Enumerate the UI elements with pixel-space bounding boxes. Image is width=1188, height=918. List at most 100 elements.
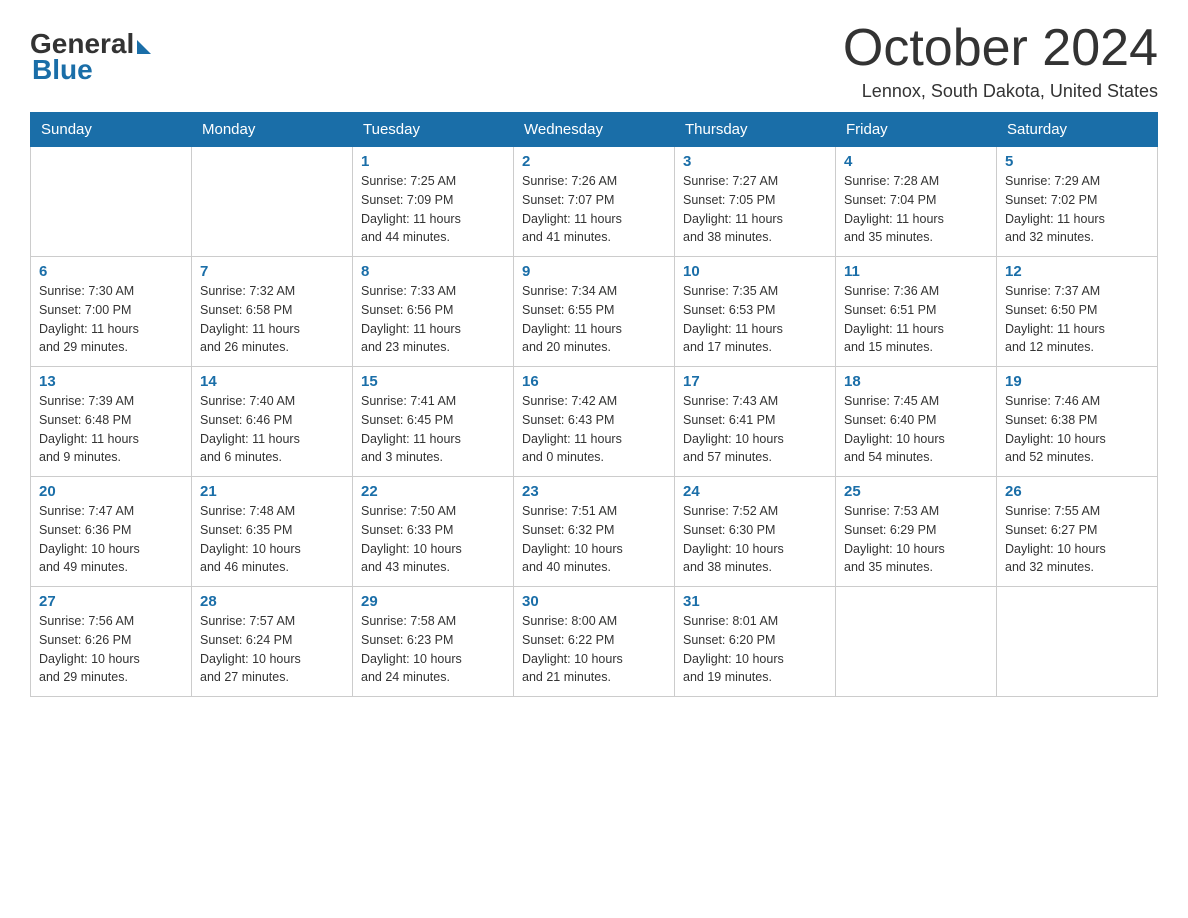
day-number: 10 (683, 263, 827, 280)
calendar-cell: 31 Sunrise: 8:01 AMSunset: 6:20 PMDayligh… (675, 587, 836, 697)
day-number: 9 (522, 263, 666, 280)
calendar-cell: 8Sunrise: 7:33 AMSunset: 6:56 PMDaylight… (353, 257, 514, 367)
day-number: 13 (39, 373, 183, 390)
calendar-table: SundayMondayTuesdayWednesdayThursdayFrid… (30, 112, 1158, 697)
day-number: 19 (1005, 373, 1149, 390)
day-info: Sunrise: 7:32 AMSunset: 6:58 PMDaylight:… (200, 282, 344, 357)
calendar-cell: 2Sunrise: 7:26 AMSunset: 7:07 PMDaylight… (514, 147, 675, 257)
day-info: Sunrise: 7:25 AMSunset: 7:09 PMDaylight:… (361, 172, 505, 247)
day-info: Sunrise: 7:55 AMSunset: 6:27 PMDaylight:… (1005, 502, 1149, 577)
calendar-cell (836, 587, 997, 697)
day-info: Sunrise: 7:34 AMSunset: 6:55 PMDaylight:… (522, 282, 666, 357)
calendar-header-friday: Friday (836, 113, 997, 147)
day-number: 20 (39, 483, 183, 500)
day-number: 14 (200, 373, 344, 390)
day-info: Sunrise: 7:37 AMSunset: 6:50 PMDaylight:… (1005, 282, 1149, 357)
day-number: 2 (522, 153, 666, 170)
day-info: Sunrise: 8:01 AMSunset: 6:20 PMDaylight:… (683, 612, 827, 687)
day-info: Sunrise: 7:28 AMSunset: 7:04 PMDaylight:… (844, 172, 988, 247)
calendar-cell: 15 Sunrise: 7:41 AMSunset: 6:45 PMDayligh… (353, 367, 514, 477)
day-number: 3 (683, 153, 827, 170)
day-number: 11 (844, 263, 988, 280)
day-number: 28 (200, 593, 344, 610)
calendar-cell: 24 Sunrise: 7:52 AMSunset: 6:30 PMDayligh… (675, 477, 836, 587)
day-number: 21 (200, 483, 344, 500)
day-number: 17 (683, 373, 827, 390)
calendar-header-thursday: Thursday (675, 113, 836, 147)
calendar-cell: 1 Sunrise: 7:25 AMSunset: 7:09 PMDaylight… (353, 147, 514, 257)
calendar-cell (31, 147, 192, 257)
calendar-cell: 16 Sunrise: 7:42 AMSunset: 6:43 PMDayligh… (514, 367, 675, 477)
calendar-cell: 13 Sunrise: 7:39 AMSunset: 6:48 PMDayligh… (31, 367, 192, 477)
calendar-header-saturday: Saturday (997, 113, 1158, 147)
calendar-week-4: 20 Sunrise: 7:47 AMSunset: 6:36 PMDayligh… (31, 477, 1158, 587)
calendar-cell: 18 Sunrise: 7:45 AMSunset: 6:40 PMDayligh… (836, 367, 997, 477)
calendar-cell: 7 Sunrise: 7:32 AMSunset: 6:58 PMDaylight… (192, 257, 353, 367)
calendar-cell: 14 Sunrise: 7:40 AMSunset: 6:46 PMDayligh… (192, 367, 353, 477)
calendar-week-1: 1 Sunrise: 7:25 AMSunset: 7:09 PMDaylight… (31, 147, 1158, 257)
calendar-cell: 5Sunrise: 7:29 AMSunset: 7:02 PMDaylight… (997, 147, 1158, 257)
day-number: 18 (844, 373, 988, 390)
day-number: 16 (522, 373, 666, 390)
day-info: Sunrise: 7:47 AMSunset: 6:36 PMDaylight:… (39, 502, 183, 577)
day-info: Sunrise: 7:53 AMSunset: 6:29 PMDaylight:… (844, 502, 988, 577)
day-number: 26 (1005, 483, 1149, 500)
day-info: Sunrise: 7:27 AMSunset: 7:05 PMDaylight:… (683, 172, 827, 247)
day-info: Sunrise: 7:35 AMSunset: 6:53 PMDaylight:… (683, 282, 827, 357)
day-info: Sunrise: 7:58 AMSunset: 6:23 PMDaylight:… (361, 612, 505, 687)
calendar-cell: 19 Sunrise: 7:46 AMSunset: 6:38 PMDayligh… (997, 367, 1158, 477)
day-number: 5 (1005, 153, 1149, 170)
day-info: Sunrise: 7:50 AMSunset: 6:33 PMDaylight:… (361, 502, 505, 577)
day-number: 24 (683, 483, 827, 500)
calendar-cell: 10 Sunrise: 7:35 AMSunset: 6:53 PMDayligh… (675, 257, 836, 367)
calendar-cell: 27 Sunrise: 7:56 AMSunset: 6:26 PMDayligh… (31, 587, 192, 697)
calendar-cell: 25 Sunrise: 7:53 AMSunset: 6:29 PMDayligh… (836, 477, 997, 587)
day-number: 27 (39, 593, 183, 610)
day-number: 29 (361, 593, 505, 610)
day-info: Sunrise: 8:00 AMSunset: 6:22 PMDaylight:… (522, 612, 666, 687)
page-header: General Blue October 2024 Lennox, South … (30, 20, 1158, 102)
day-number: 31 (683, 593, 827, 610)
calendar-cell: 22 Sunrise: 7:50 AMSunset: 6:33 PMDayligh… (353, 477, 514, 587)
calendar-cell: 17 Sunrise: 7:43 AMSunset: 6:41 PMDayligh… (675, 367, 836, 477)
day-number: 4 (844, 153, 988, 170)
calendar-cell: 12 Sunrise: 7:37 AMSunset: 6:50 PMDayligh… (997, 257, 1158, 367)
day-number: 1 (361, 153, 505, 170)
calendar-cell: 11Sunrise: 7:36 AMSunset: 6:51 PMDayligh… (836, 257, 997, 367)
day-number: 15 (361, 373, 505, 390)
calendar-week-3: 13 Sunrise: 7:39 AMSunset: 6:48 PMDayligh… (31, 367, 1158, 477)
calendar-header-sunday: Sunday (31, 113, 192, 147)
day-number: 22 (361, 483, 505, 500)
day-number: 7 (200, 263, 344, 280)
title-area: October 2024 Lennox, South Dakota, Unite… (843, 20, 1158, 102)
day-info: Sunrise: 7:57 AMSunset: 6:24 PMDaylight:… (200, 612, 344, 687)
calendar-cell: 28 Sunrise: 7:57 AMSunset: 6:24 PMDayligh… (192, 587, 353, 697)
calendar-cell: 30Sunrise: 8:00 AMSunset: 6:22 PMDayligh… (514, 587, 675, 697)
calendar-cell: 6Sunrise: 7:30 AMSunset: 7:00 PMDaylight… (31, 257, 192, 367)
day-info: Sunrise: 7:39 AMSunset: 6:48 PMDaylight:… (39, 392, 183, 467)
calendar-week-2: 6Sunrise: 7:30 AMSunset: 7:00 PMDaylight… (31, 257, 1158, 367)
logo-blue-text: Blue (32, 54, 93, 86)
day-info: Sunrise: 7:51 AMSunset: 6:32 PMDaylight:… (522, 502, 666, 577)
location-text: Lennox, South Dakota, United States (843, 81, 1158, 102)
day-info: Sunrise: 7:41 AMSunset: 6:45 PMDaylight:… (361, 392, 505, 467)
calendar-cell: 20 Sunrise: 7:47 AMSunset: 6:36 PMDayligh… (31, 477, 192, 587)
calendar-cell: 21 Sunrise: 7:48 AMSunset: 6:35 PMDayligh… (192, 477, 353, 587)
day-info: Sunrise: 7:40 AMSunset: 6:46 PMDaylight:… (200, 392, 344, 467)
day-number: 25 (844, 483, 988, 500)
day-info: Sunrise: 7:33 AMSunset: 6:56 PMDaylight:… (361, 282, 505, 357)
month-title: October 2024 (843, 20, 1158, 77)
day-info: Sunrise: 7:45 AMSunset: 6:40 PMDaylight:… (844, 392, 988, 467)
day-info: Sunrise: 7:56 AMSunset: 6:26 PMDaylight:… (39, 612, 183, 687)
day-number: 12 (1005, 263, 1149, 280)
day-info: Sunrise: 7:43 AMSunset: 6:41 PMDaylight:… (683, 392, 827, 467)
calendar-cell: 26 Sunrise: 7:55 AMSunset: 6:27 PMDayligh… (997, 477, 1158, 587)
day-info: Sunrise: 7:48 AMSunset: 6:35 PMDaylight:… (200, 502, 344, 577)
day-info: Sunrise: 7:30 AMSunset: 7:00 PMDaylight:… (39, 282, 183, 357)
calendar-header-wednesday: Wednesday (514, 113, 675, 147)
day-info: Sunrise: 7:46 AMSunset: 6:38 PMDaylight:… (1005, 392, 1149, 467)
day-info: Sunrise: 7:42 AMSunset: 6:43 PMDaylight:… (522, 392, 666, 467)
day-number: 23 (522, 483, 666, 500)
day-info: Sunrise: 7:52 AMSunset: 6:30 PMDaylight:… (683, 502, 827, 577)
calendar-cell: 29 Sunrise: 7:58 AMSunset: 6:23 PMDayligh… (353, 587, 514, 697)
